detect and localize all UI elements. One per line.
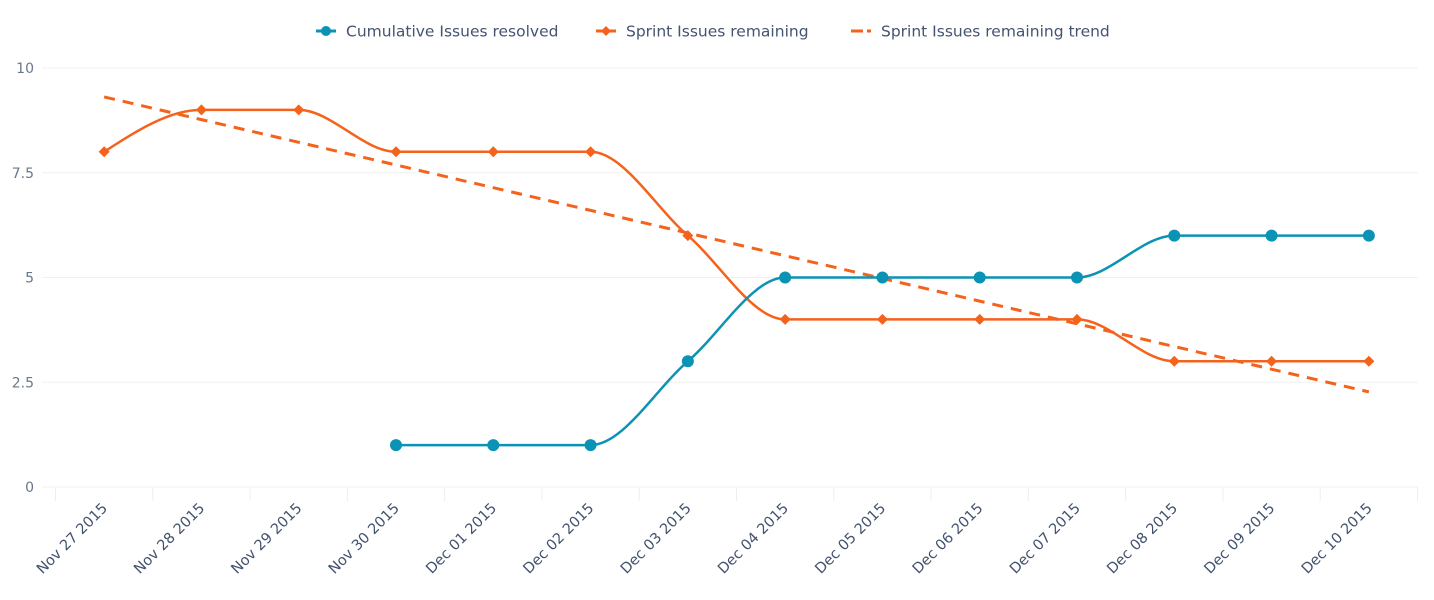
x-tick-label: Dec 10 2015 xyxy=(1299,501,1376,578)
data-point[interactable] xyxy=(1266,355,1278,367)
data-point[interactable] xyxy=(390,146,402,158)
data-point[interactable] xyxy=(779,271,792,284)
y-axis: 0 2.5 5 7.5 10 xyxy=(12,61,34,496)
data-point[interactable] xyxy=(876,271,889,284)
legend-diamond-marker-icon xyxy=(601,26,611,36)
x-tick-label: Dec 06 2015 xyxy=(910,501,987,578)
data-point[interactable] xyxy=(487,146,499,158)
y-tick-label: 0 xyxy=(25,480,34,496)
data-point[interactable] xyxy=(1168,355,1180,367)
data-point[interactable] xyxy=(1168,229,1181,242)
data-point[interactable] xyxy=(585,146,597,158)
y-tick-label: 7.5 xyxy=(12,166,34,182)
data-point[interactable] xyxy=(390,439,402,452)
y-tick-label: 5 xyxy=(25,271,34,287)
line-chart: Cumulative Issues resolved Sprint Issues … xyxy=(12,23,1418,578)
data-point[interactable] xyxy=(584,439,597,452)
legend: Cumulative Issues resolved Sprint Issues … xyxy=(316,23,1110,41)
x-tick-label: Dec 09 2015 xyxy=(1202,501,1279,578)
data-point[interactable] xyxy=(1071,271,1083,284)
data-point[interactable] xyxy=(681,355,694,368)
data-point[interactable] xyxy=(487,439,500,452)
y-tick-label: 2.5 xyxy=(12,375,34,391)
x-tick-label: Dec 07 2015 xyxy=(1007,501,1084,578)
x-tick-label: Nov 30 2015 xyxy=(326,501,403,578)
data-point[interactable] xyxy=(1362,229,1375,242)
x-tick-label: Dec 08 2015 xyxy=(1104,501,1181,578)
data-point[interactable] xyxy=(973,271,986,284)
data-point[interactable] xyxy=(779,313,791,325)
data-point[interactable] xyxy=(974,313,986,325)
x-tick-label: Dec 01 2015 xyxy=(423,501,500,578)
legend-item[interactable]: Cumulative Issues resolved xyxy=(316,23,558,41)
series-sprint-issues-remaining-trend xyxy=(103,95,1370,394)
legend-item[interactable]: Sprint Issues remaining xyxy=(596,23,809,41)
legend-label: Sprint Issues remaining xyxy=(626,23,809,41)
legend-item[interactable]: Sprint Issues remaining trend xyxy=(851,23,1110,41)
y-tick-label: 10 xyxy=(16,61,34,77)
data-point[interactable] xyxy=(1363,355,1375,367)
x-tick-label: Dec 03 2015 xyxy=(618,501,695,578)
series-layer xyxy=(98,95,1375,452)
data-point[interactable] xyxy=(195,104,207,116)
x-tick-label: Nov 28 2015 xyxy=(131,501,208,578)
data-point[interactable] xyxy=(293,104,305,116)
x-tick-label: Dec 02 2015 xyxy=(521,501,598,578)
series-cumulative-issues-resolved xyxy=(390,229,1375,452)
x-axis: Nov 27 2015 Nov 28 2015 Nov 29 2015 Nov 30 … xyxy=(34,487,1418,578)
legend-label: Cumulative Issues resolved xyxy=(346,23,558,41)
x-tick-label: Nov 29 2015 xyxy=(229,501,306,578)
x-tick-label: Dec 05 2015 xyxy=(812,501,889,578)
trend-line xyxy=(103,95,1370,394)
x-tick-label: Nov 27 2015 xyxy=(34,501,111,578)
data-point[interactable] xyxy=(876,313,888,325)
x-tick-label: Dec 04 2015 xyxy=(715,501,792,578)
legend-circle-marker-icon xyxy=(321,26,331,36)
grid xyxy=(42,67,1418,488)
series-line xyxy=(395,234,1369,447)
data-point[interactable] xyxy=(1265,229,1278,242)
legend-label: Sprint Issues remaining trend xyxy=(881,23,1110,41)
